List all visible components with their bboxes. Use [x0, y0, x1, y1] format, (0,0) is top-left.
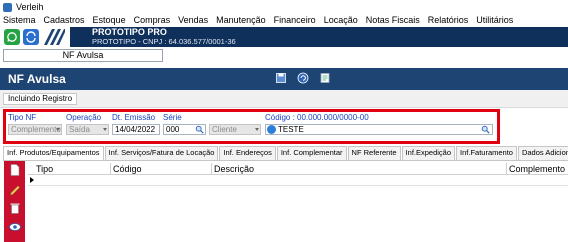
search-icon[interactable] — [195, 125, 204, 134]
dt-emissao-label: Dt. Emissão — [112, 113, 156, 122]
pencil-icon[interactable] — [9, 183, 21, 195]
menu-cadastros[interactable]: Cadastros — [44, 15, 85, 25]
tab-faturamento[interactable]: Inf.Faturamento — [456, 146, 517, 160]
codigo-input[interactable]: TESTE — [265, 124, 493, 135]
title-bar: Verleih — [0, 0, 568, 14]
table-row[interactable] — [28, 175, 568, 186]
company-name: PROTOTIPO PRO — [92, 27, 167, 37]
column-header-tipo[interactable]: Tipo — [34, 163, 53, 175]
open-document-tab[interactable]: NF Avulsa — [3, 49, 163, 62]
codigo-label: Código : 00.000.000/0000-00 — [265, 113, 369, 122]
edit-icon[interactable] — [319, 72, 331, 84]
tab-complementar[interactable]: Inf. Complementar — [276, 146, 347, 160]
menu-manutencao[interactable]: Manutenção — [216, 15, 266, 25]
search-icon[interactable] — [481, 125, 490, 134]
sync-icon[interactable] — [23, 29, 39, 45]
tab-expedicao[interactable]: Inf.Expedição — [401, 146, 456, 160]
grid-header: Tipo Código Descrição Complemento — [28, 163, 568, 175]
menu-financeiro[interactable]: Financeiro — [274, 15, 316, 25]
tipo-nf-value: Complemento — [11, 125, 61, 134]
globe-icon — [267, 125, 276, 134]
serie-input[interactable]: 000 — [163, 124, 206, 135]
codigo-value: TESTE — [278, 125, 304, 134]
items-grid: Tipo Código Descrição Complemento — [28, 163, 568, 242]
menu-relatorios[interactable]: Relatórios — [428, 15, 469, 25]
serie-value: 000 — [166, 125, 180, 134]
chevron-down-icon — [255, 128, 259, 131]
status-strip — [0, 90, 568, 108]
detail-tabs: Inf. Produtos/Equipamentos Inf. Serviços… — [3, 146, 568, 161]
company-info: PROTOTIPO PRO PROTOTIPO - CNPJ : 64.036.… — [92, 27, 236, 47]
menu-utilitarios[interactable]: Utilitários — [476, 15, 513, 25]
row-indicator-icon — [30, 177, 34, 183]
tipo-nf-label: Tipo NF — [8, 113, 37, 122]
company-detail: PROTOTIPO - CNPJ : 64.036.577/0001-36 — [92, 37, 236, 46]
serie-label: Série — [163, 113, 182, 122]
column-header-complemento[interactable]: Complemento — [506, 163, 565, 175]
menu-sistema[interactable]: Sistema — [3, 15, 36, 25]
menu-estoque[interactable]: Estoque — [93, 15, 126, 25]
logo-icon — [43, 28, 65, 46]
whatsapp-icon[interactable] — [4, 29, 20, 45]
undo-icon[interactable] — [297, 72, 309, 84]
window-title: Verleih — [16, 2, 44, 12]
form-title: NF Avulsa — [8, 72, 66, 86]
tab-dados-adicionais[interactable]: Dados Adicionais — [517, 146, 568, 160]
tipo-nf-select[interactable]: Complemento — [8, 124, 62, 135]
form-header: NF Avulsa — [0, 68, 568, 90]
chevron-down-icon — [56, 128, 60, 131]
menu-bar: Sistema Cadastros Estoque Compras Vendas… — [0, 14, 568, 26]
menu-vendas[interactable]: Vendas — [178, 15, 208, 25]
grid-action-sidebar — [4, 161, 25, 242]
column-header-descricao[interactable]: Descrição — [211, 163, 254, 175]
tab-produtos-equipamentos[interactable]: Inf. Produtos/Equipamentos — [3, 146, 104, 161]
menu-locacao[interactable]: Locação — [324, 15, 358, 25]
tab-enderecos[interactable]: Inf. Endereços — [219, 146, 276, 160]
cliente-select[interactable]: Cliente — [209, 124, 261, 135]
app-icon — [3, 2, 12, 12]
tab-nf-referente[interactable]: NF Referente — [347, 146, 401, 160]
view-icon[interactable] — [8, 221, 21, 233]
operacao-label: Operação — [66, 113, 102, 122]
chevron-down-icon — [103, 128, 107, 131]
menu-compras[interactable]: Compras — [134, 15, 171, 25]
column-header-codigo[interactable]: Código — [110, 163, 142, 175]
record-status: Incluindo Registro — [3, 93, 78, 105]
tab-servicos-fatura[interactable]: Inf. Serviços/Fatura de Locação — [104, 146, 219, 160]
dt-emissao-input[interactable]: 14/04/2022 — [112, 124, 160, 135]
save-icon[interactable] — [275, 72, 287, 84]
operacao-value: Saída — [69, 125, 90, 134]
menu-notas-fiscais[interactable]: Notas Fiscais — [366, 15, 420, 25]
new-doc-icon[interactable] — [9, 164, 21, 176]
operacao-select[interactable]: Saída — [66, 124, 109, 135]
cliente-value: Cliente — [212, 125, 237, 134]
trash-icon[interactable] — [9, 202, 21, 214]
